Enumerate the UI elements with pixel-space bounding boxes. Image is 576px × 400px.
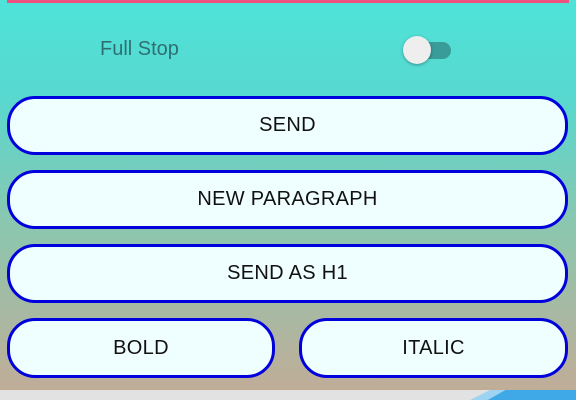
toggle-thumb (403, 36, 431, 64)
bold-button[interactable]: BOLD (7, 318, 275, 378)
new-paragraph-button[interactable]: NEW PARAGRAPH (7, 170, 568, 229)
send-button[interactable]: SEND (7, 96, 568, 155)
full-stop-label: Full Stop (100, 38, 179, 60)
full-stop-setting-row: Full Stop (0, 28, 576, 72)
italic-button[interactable]: ITALIC (299, 318, 568, 378)
send-as-h1-button[interactable]: SEND AS H1 (7, 244, 568, 303)
bottom-strip (0, 390, 576, 400)
full-stop-toggle[interactable] (403, 36, 451, 64)
top-accent-bar (7, 0, 569, 3)
app-screen: Full Stop SEND NEW PARAGRAPH SEND AS H1 … (0, 0, 576, 390)
